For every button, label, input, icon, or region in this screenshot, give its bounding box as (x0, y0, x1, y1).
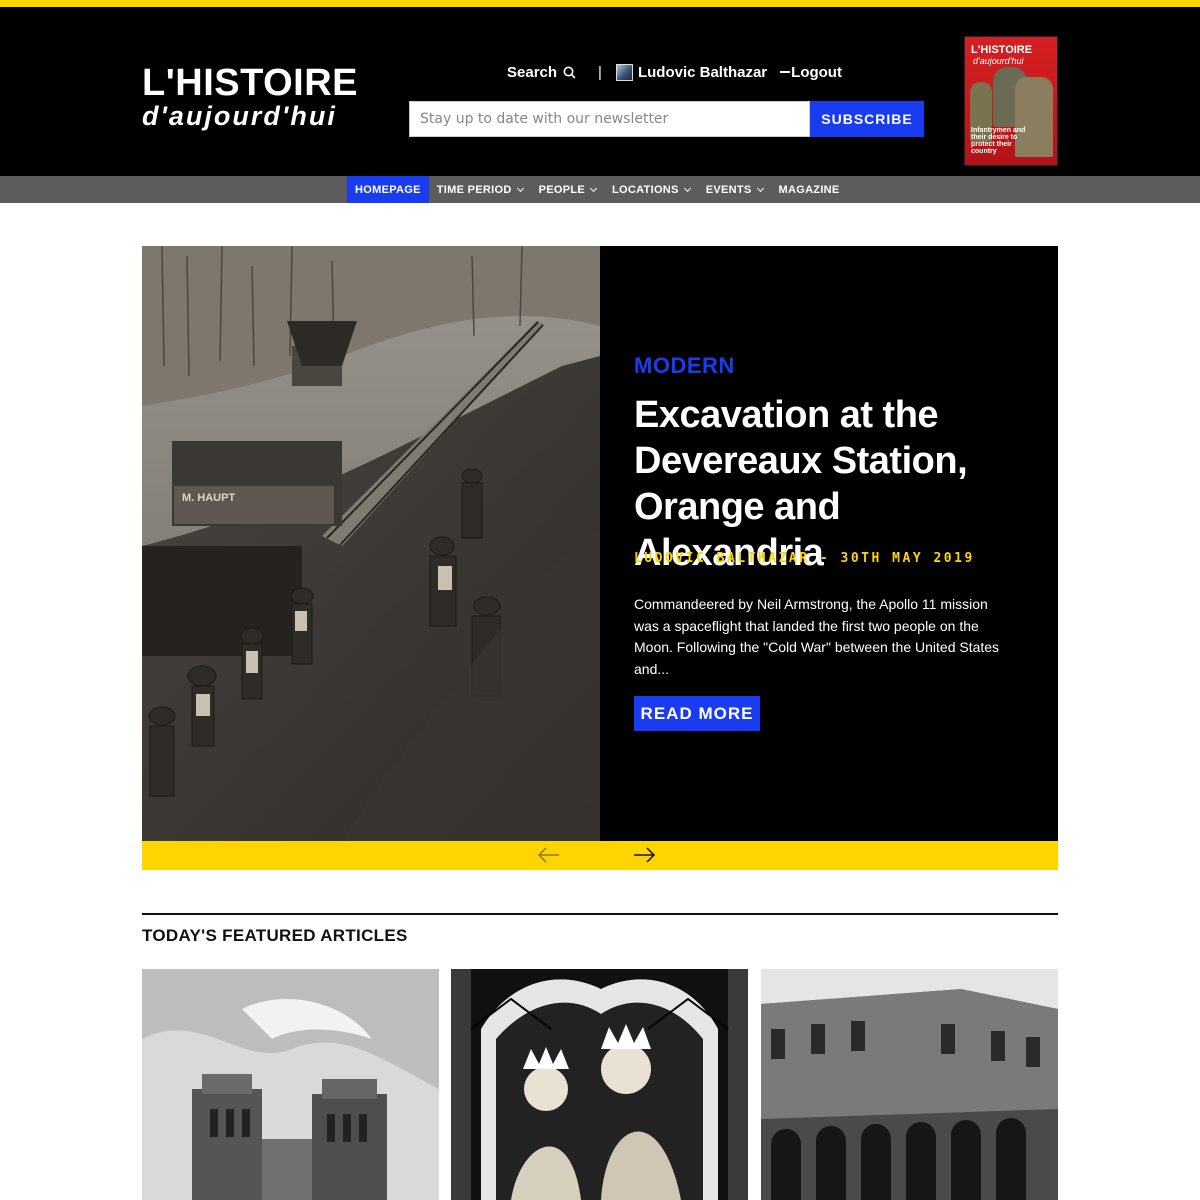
separator: | (598, 63, 602, 81)
nav-item-label: PEOPLE (538, 183, 586, 196)
site-header: L'HISTOIRE d'aujourd'hui Search | Ludovi… (0, 7, 1200, 176)
hero-excerpt: Commandeered by Neil Armstrong, the Apol… (634, 596, 1000, 677)
search-label: Search (507, 63, 558, 81)
article-image (451, 969, 748, 1200)
featured-article-card[interactable] (451, 969, 748, 1200)
nav-item-label: LOCATIONS (612, 183, 679, 196)
main-navigation: HOMEPAGE TIME PERIOD PEOPLE LOCATIONS EV… (0, 176, 1200, 203)
chevron-down-icon (589, 184, 598, 192)
logout-icon (780, 71, 791, 73)
magazine-cover-headline: Infantrymen and their desire to protect … (971, 127, 1026, 155)
logout-label: Logout (791, 63, 842, 81)
chevron-down-icon (683, 184, 691, 192)
nav-item-magazine[interactable]: MAGAZINE (771, 176, 848, 203)
newsletter-form: SUBSCRIBE (409, 101, 924, 137)
read-more-button[interactable]: READ MORE (634, 696, 760, 731)
magazine-cover[interactable]: L'HISTOIRE d'aujourd'hui Infantrymen and… (964, 36, 1058, 166)
user-name: Ludovic Balthazar (637, 63, 768, 81)
nav-item-events[interactable]: EVENTS (698, 176, 771, 203)
hero-title[interactable]: Excavation at the Devereaux Station, Ora… (634, 392, 1024, 576)
user-profile-link[interactable]: Ludovic Balthazar (615, 63, 768, 81)
featured-article-card[interactable] (761, 969, 1058, 1200)
hero-content-panel: MODERN Excavation at the Devereaux Stati… (600, 246, 1058, 841)
search-icon (563, 66, 576, 79)
utility-bar: Search | Ludovic Balthazar Logout (507, 63, 842, 81)
article-image (142, 969, 439, 1200)
nav-item-time-period[interactable]: TIME PERIOD (429, 176, 531, 203)
arrow-left-icon[interactable] (537, 845, 561, 865)
hero-image-caption: M. HAUPT (182, 492, 235, 504)
chevron-down-icon (516, 184, 524, 192)
chevron-down-icon (756, 184, 764, 192)
article-image (761, 969, 1058, 1200)
hero-byline: LUDOVIC BALTHAZAR - 30TH MAY 2019 (634, 551, 975, 566)
nav-item-label: HOMEPAGE (355, 183, 421, 196)
hero-slider: M. HAUPT MODERN Excavation at the Devere… (142, 246, 1058, 841)
arrow-right-icon[interactable] (632, 845, 656, 865)
hero-category[interactable]: MODERN (634, 353, 735, 379)
section-divider (142, 913, 1058, 915)
featured-section-title: TODAY'S FEATURED ARTICLES (142, 926, 408, 945)
subscribe-button[interactable]: SUBSCRIBE (810, 101, 924, 137)
avatar (615, 63, 633, 81)
magazine-cover-subtitle: d'aujourd'hui (973, 56, 1024, 66)
nav-item-people[interactable]: PEOPLE (531, 176, 604, 203)
slider-controls (142, 841, 1058, 870)
nav-item-label: EVENTS (705, 183, 752, 196)
site-logo[interactable]: L'HISTOIRE d'aujourd'hui (142, 63, 358, 131)
search-link[interactable]: Search (507, 64, 576, 81)
top-accent-bar (0, 0, 1200, 7)
newsletter-email-input[interactable] (409, 101, 810, 137)
nav-items: HOMEPAGE TIME PERIOD PEOPLE LOCATIONS EV… (347, 176, 848, 203)
logo-subtitle: d'aujourd'hui (142, 101, 337, 131)
featured-article-card[interactable] (142, 969, 439, 1200)
hero-photo-illustration: M. HAUPT (142, 246, 600, 841)
hero-image[interactable]: M. HAUPT (142, 246, 600, 841)
nav-item-label: MAGAZINE (778, 183, 840, 196)
nav-item-label: TIME PERIOD (436, 183, 512, 196)
nav-item-locations[interactable]: LOCATIONS (604, 176, 698, 203)
logo-title: L'HISTOIRE (142, 62, 359, 104)
logout-link[interactable]: Logout (780, 64, 842, 81)
nav-item-homepage[interactable]: HOMEPAGE (347, 176, 429, 203)
magazine-cover-title: L'HISTOIRE (971, 44, 1033, 56)
